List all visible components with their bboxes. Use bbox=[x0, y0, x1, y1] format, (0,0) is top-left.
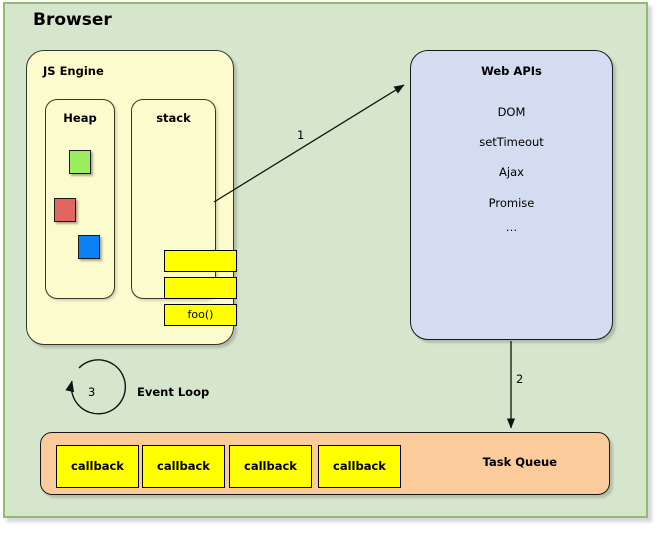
js-engine-container: JS Engine Heap stack foo() bbox=[26, 50, 237, 345]
web-apis-item-dom: DOM bbox=[497, 105, 526, 119]
heap-block-red bbox=[54, 198, 76, 222]
arrow-label-1: 1 bbox=[297, 128, 305, 142]
stack-frame bbox=[164, 250, 237, 272]
task-queue-callback: callback bbox=[56, 445, 139, 488]
js-engine-title: JS Engine bbox=[43, 64, 104, 78]
stack-frame bbox=[164, 277, 237, 299]
heap-title: Heap bbox=[63, 111, 97, 125]
heap-block-blue bbox=[78, 235, 100, 259]
heap-container: Heap bbox=[45, 99, 115, 299]
heap-block-green bbox=[69, 150, 91, 174]
web-apis-item-ajax: Ajax bbox=[499, 165, 524, 179]
web-apis-container: Web APIs DOM setTimeout Ajax Promise … bbox=[410, 50, 613, 340]
task-queue-container: callback callback callback callback Task… bbox=[40, 432, 610, 495]
task-queue-callback: callback bbox=[229, 445, 312, 488]
event-loop-label: Event Loop bbox=[137, 385, 210, 399]
web-apis-item-ellipsis: … bbox=[505, 220, 518, 234]
web-apis-item-promise: Promise bbox=[488, 196, 535, 210]
arrow-label-2: 2 bbox=[516, 372, 524, 386]
event-loop-step-number: 3 bbox=[88, 385, 96, 399]
task-queue-callback: callback bbox=[142, 445, 225, 488]
browser-title: Browser bbox=[33, 10, 112, 30]
stack-container: stack foo() bbox=[131, 99, 237, 326]
stack-frame-foo: foo() bbox=[164, 304, 237, 326]
task-queue-callback: callback bbox=[318, 445, 401, 488]
web-apis-item-settimeout: setTimeout bbox=[479, 135, 544, 149]
diagram-canvas: Browser JS Engine Heap stack foo() Web A… bbox=[0, 0, 664, 535]
stack-title: stack bbox=[156, 111, 191, 125]
task-queue-title: Task Queue bbox=[482, 455, 557, 469]
web-apis-title: Web APIs bbox=[481, 64, 542, 78]
